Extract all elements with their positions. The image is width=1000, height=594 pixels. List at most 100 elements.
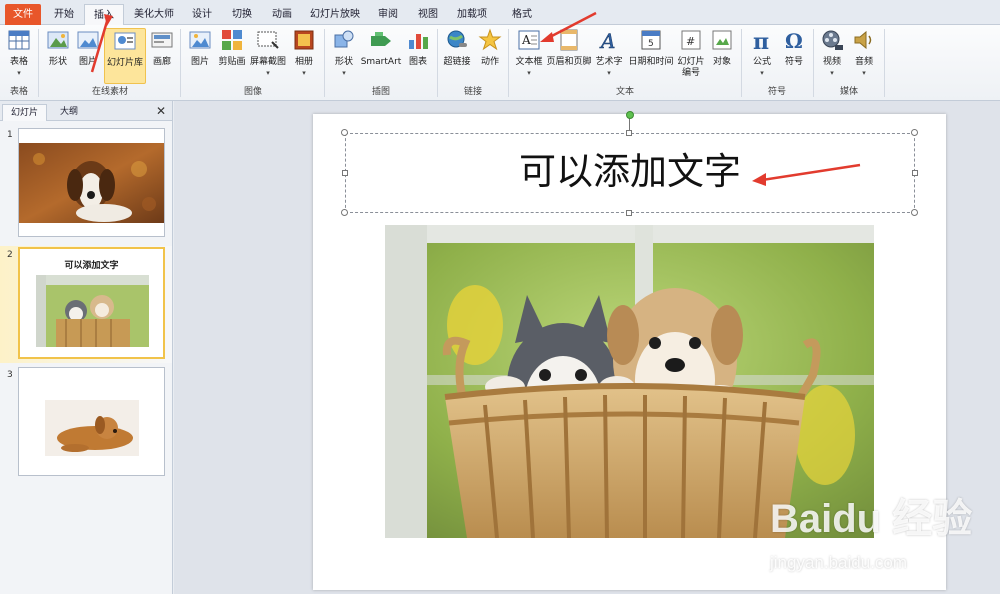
clipart-button[interactable]: 剪贴画: [216, 28, 248, 84]
svg-text:A: A: [521, 33, 531, 47]
picture-icon: [76, 28, 100, 52]
video-button[interactable]: 视频 ▾: [818, 28, 846, 84]
tab-design[interactable]: 设计: [184, 4, 220, 25]
gallery-button[interactable]: 画廊: [148, 28, 176, 84]
slide-title-text[interactable]: 可以添加文字: [345, 145, 915, 199]
action-button[interactable]: 动作: [476, 28, 504, 84]
hyperlink-button[interactable]: 超链接: [442, 28, 472, 84]
action-star-icon: [478, 28, 502, 52]
tab-animations[interactable]: 动画: [264, 4, 300, 25]
album-button[interactable]: 相册 ▾: [290, 28, 318, 84]
ribbon: 表格 ▾ 表格 形状 图片 幻灯片库 画廊 在线素材 图片 剪贴画 屏幕截图 ▾…: [0, 25, 1000, 101]
group-label-image: 图像: [243, 87, 262, 97]
smartart-button[interactable]: SmartArt: [361, 28, 401, 84]
slide-library-button[interactable]: 幻灯片库: [104, 28, 146, 84]
baidu-watermark-logo: Baidu 经验: [770, 497, 973, 541]
picture-icon: [188, 28, 212, 52]
svg-text:5: 5: [648, 39, 654, 49]
chart-label: 图表: [408, 57, 427, 67]
screenshot-button[interactable]: 屏幕截图 ▾: [250, 28, 286, 84]
resize-handle-bottom-left[interactable]: [341, 209, 348, 216]
hyperlink-label: 超链接: [443, 57, 471, 67]
smartart-label: SmartArt: [360, 57, 402, 67]
slide-thumbnail-3[interactable]: [18, 367, 165, 476]
wordart-button[interactable]: A 艺术字 ▾: [594, 28, 624, 84]
beagle-puppy-image: [19, 143, 164, 223]
tab-home[interactable]: 开始: [46, 4, 82, 25]
insert-table-button[interactable]: 表格 ▾: [4, 28, 34, 84]
group-divider: [508, 29, 509, 97]
group-divider: [180, 29, 181, 97]
object-button[interactable]: 对象: [708, 28, 736, 84]
tab-file[interactable]: 文件: [5, 4, 41, 25]
wordart-label: 艺术字: [595, 57, 623, 67]
shapes-label: 形状: [334, 57, 353, 67]
shape-icon: [46, 28, 70, 52]
tab-slideshow[interactable]: 幻灯片放映: [304, 4, 366, 25]
resize-handle-top-right[interactable]: [911, 129, 918, 136]
sleeping-puppy-thumbnail: [45, 400, 139, 456]
dropdown-icon: ▾: [830, 69, 834, 77]
tab-transitions[interactable]: 切换: [224, 4, 260, 25]
audio-label: 音频: [854, 57, 873, 67]
pi-icon: π: [750, 28, 774, 55]
slide-number: 2: [7, 250, 13, 260]
resize-handle-top[interactable]: [626, 130, 632, 136]
dropdown-icon: ▾: [862, 69, 866, 77]
slides-panel: 幻灯片 大纲 ✕ 1 2 可以添加文字 3: [0, 101, 173, 594]
shapes-button[interactable]: 形状 ▾: [330, 28, 358, 84]
gallery-icon: [150, 28, 174, 52]
equation-button[interactable]: π 公式 ▾: [748, 28, 776, 84]
dropdown-icon: ▾: [527, 69, 531, 77]
tab-review[interactable]: 审阅: [370, 4, 406, 25]
svg-text:#: #: [686, 35, 695, 48]
film-reel-icon: [820, 28, 844, 52]
group-label-table: 表格: [9, 87, 28, 97]
header-footer-label: 页眉和页脚: [546, 57, 592, 67]
slide-library-label: 幻灯片库: [106, 58, 143, 68]
slide-number-button[interactable]: # 幻灯片 编号: [676, 28, 706, 84]
calendar-icon: 5: [639, 28, 663, 52]
tab-slides[interactable]: 幻灯片: [2, 104, 48, 121]
textbox-button[interactable]: A 文本框 ▾: [514, 28, 544, 84]
audio-button[interactable]: 音频 ▾: [850, 28, 878, 84]
symbol-button[interactable]: Ω 符号: [780, 28, 808, 84]
puppies-in-basket-image[interactable]: [385, 225, 874, 538]
screenshot-label: 屏幕截图: [249, 57, 286, 67]
textbox-label: 文本框: [515, 57, 543, 67]
insert-picture-button[interactable]: 图片: [186, 28, 214, 84]
ribbon-tab-bar: 文件 开始 插入 美化大师 设计 切换 动画 幻灯片放映 审阅 视图 加载项 格…: [0, 0, 1000, 26]
group-label-symbols: 符号: [767, 87, 786, 97]
date-time-button[interactable]: 5 日期和时间: [628, 28, 674, 84]
tab-format[interactable]: 格式: [503, 4, 541, 25]
dropdown-icon: ▾: [17, 69, 21, 77]
group-label-illustration: 插图: [371, 87, 390, 97]
chart-button[interactable]: 图表: [404, 28, 432, 84]
rotation-handle[interactable]: [626, 111, 634, 119]
online-shape-button[interactable]: 形状: [44, 28, 72, 84]
tab-outline[interactable]: 大纲: [52, 104, 86, 121]
speaker-icon: [852, 28, 876, 52]
panel-tab-bar: 幻灯片 大纲 ✕: [0, 101, 172, 121]
header-footer-button[interactable]: 页眉和页脚: [546, 28, 592, 84]
online-picture-button[interactable]: 图片: [74, 28, 102, 84]
close-icon[interactable]: ✕: [156, 104, 166, 118]
group-divider: [324, 29, 325, 97]
puppies-basket-thumbnail: [36, 275, 149, 347]
baidu-watermark-url: jingyan.baidu.com: [770, 553, 908, 572]
tab-view[interactable]: 视图: [410, 4, 446, 25]
slide-number: 1: [7, 130, 13, 140]
tab-insert[interactable]: 插入: [84, 4, 124, 26]
dropdown-icon: ▾: [266, 69, 270, 77]
resize-handle-top-left[interactable]: [341, 129, 348, 136]
group-divider: [884, 29, 885, 97]
gallery-label: 画廊: [152, 57, 171, 67]
resize-handle-bottom[interactable]: [626, 210, 632, 216]
album-icon: [292, 28, 316, 52]
tab-addins[interactable]: 加载项: [450, 4, 494, 25]
dropdown-icon: ▾: [760, 69, 764, 77]
slide-thumbnail-1[interactable]: [18, 128, 165, 237]
slide-thumbnail-2[interactable]: 可以添加文字: [18, 247, 165, 359]
tab-beautify-master[interactable]: 美化大师: [128, 4, 180, 25]
resize-handle-bottom-right[interactable]: [911, 209, 918, 216]
